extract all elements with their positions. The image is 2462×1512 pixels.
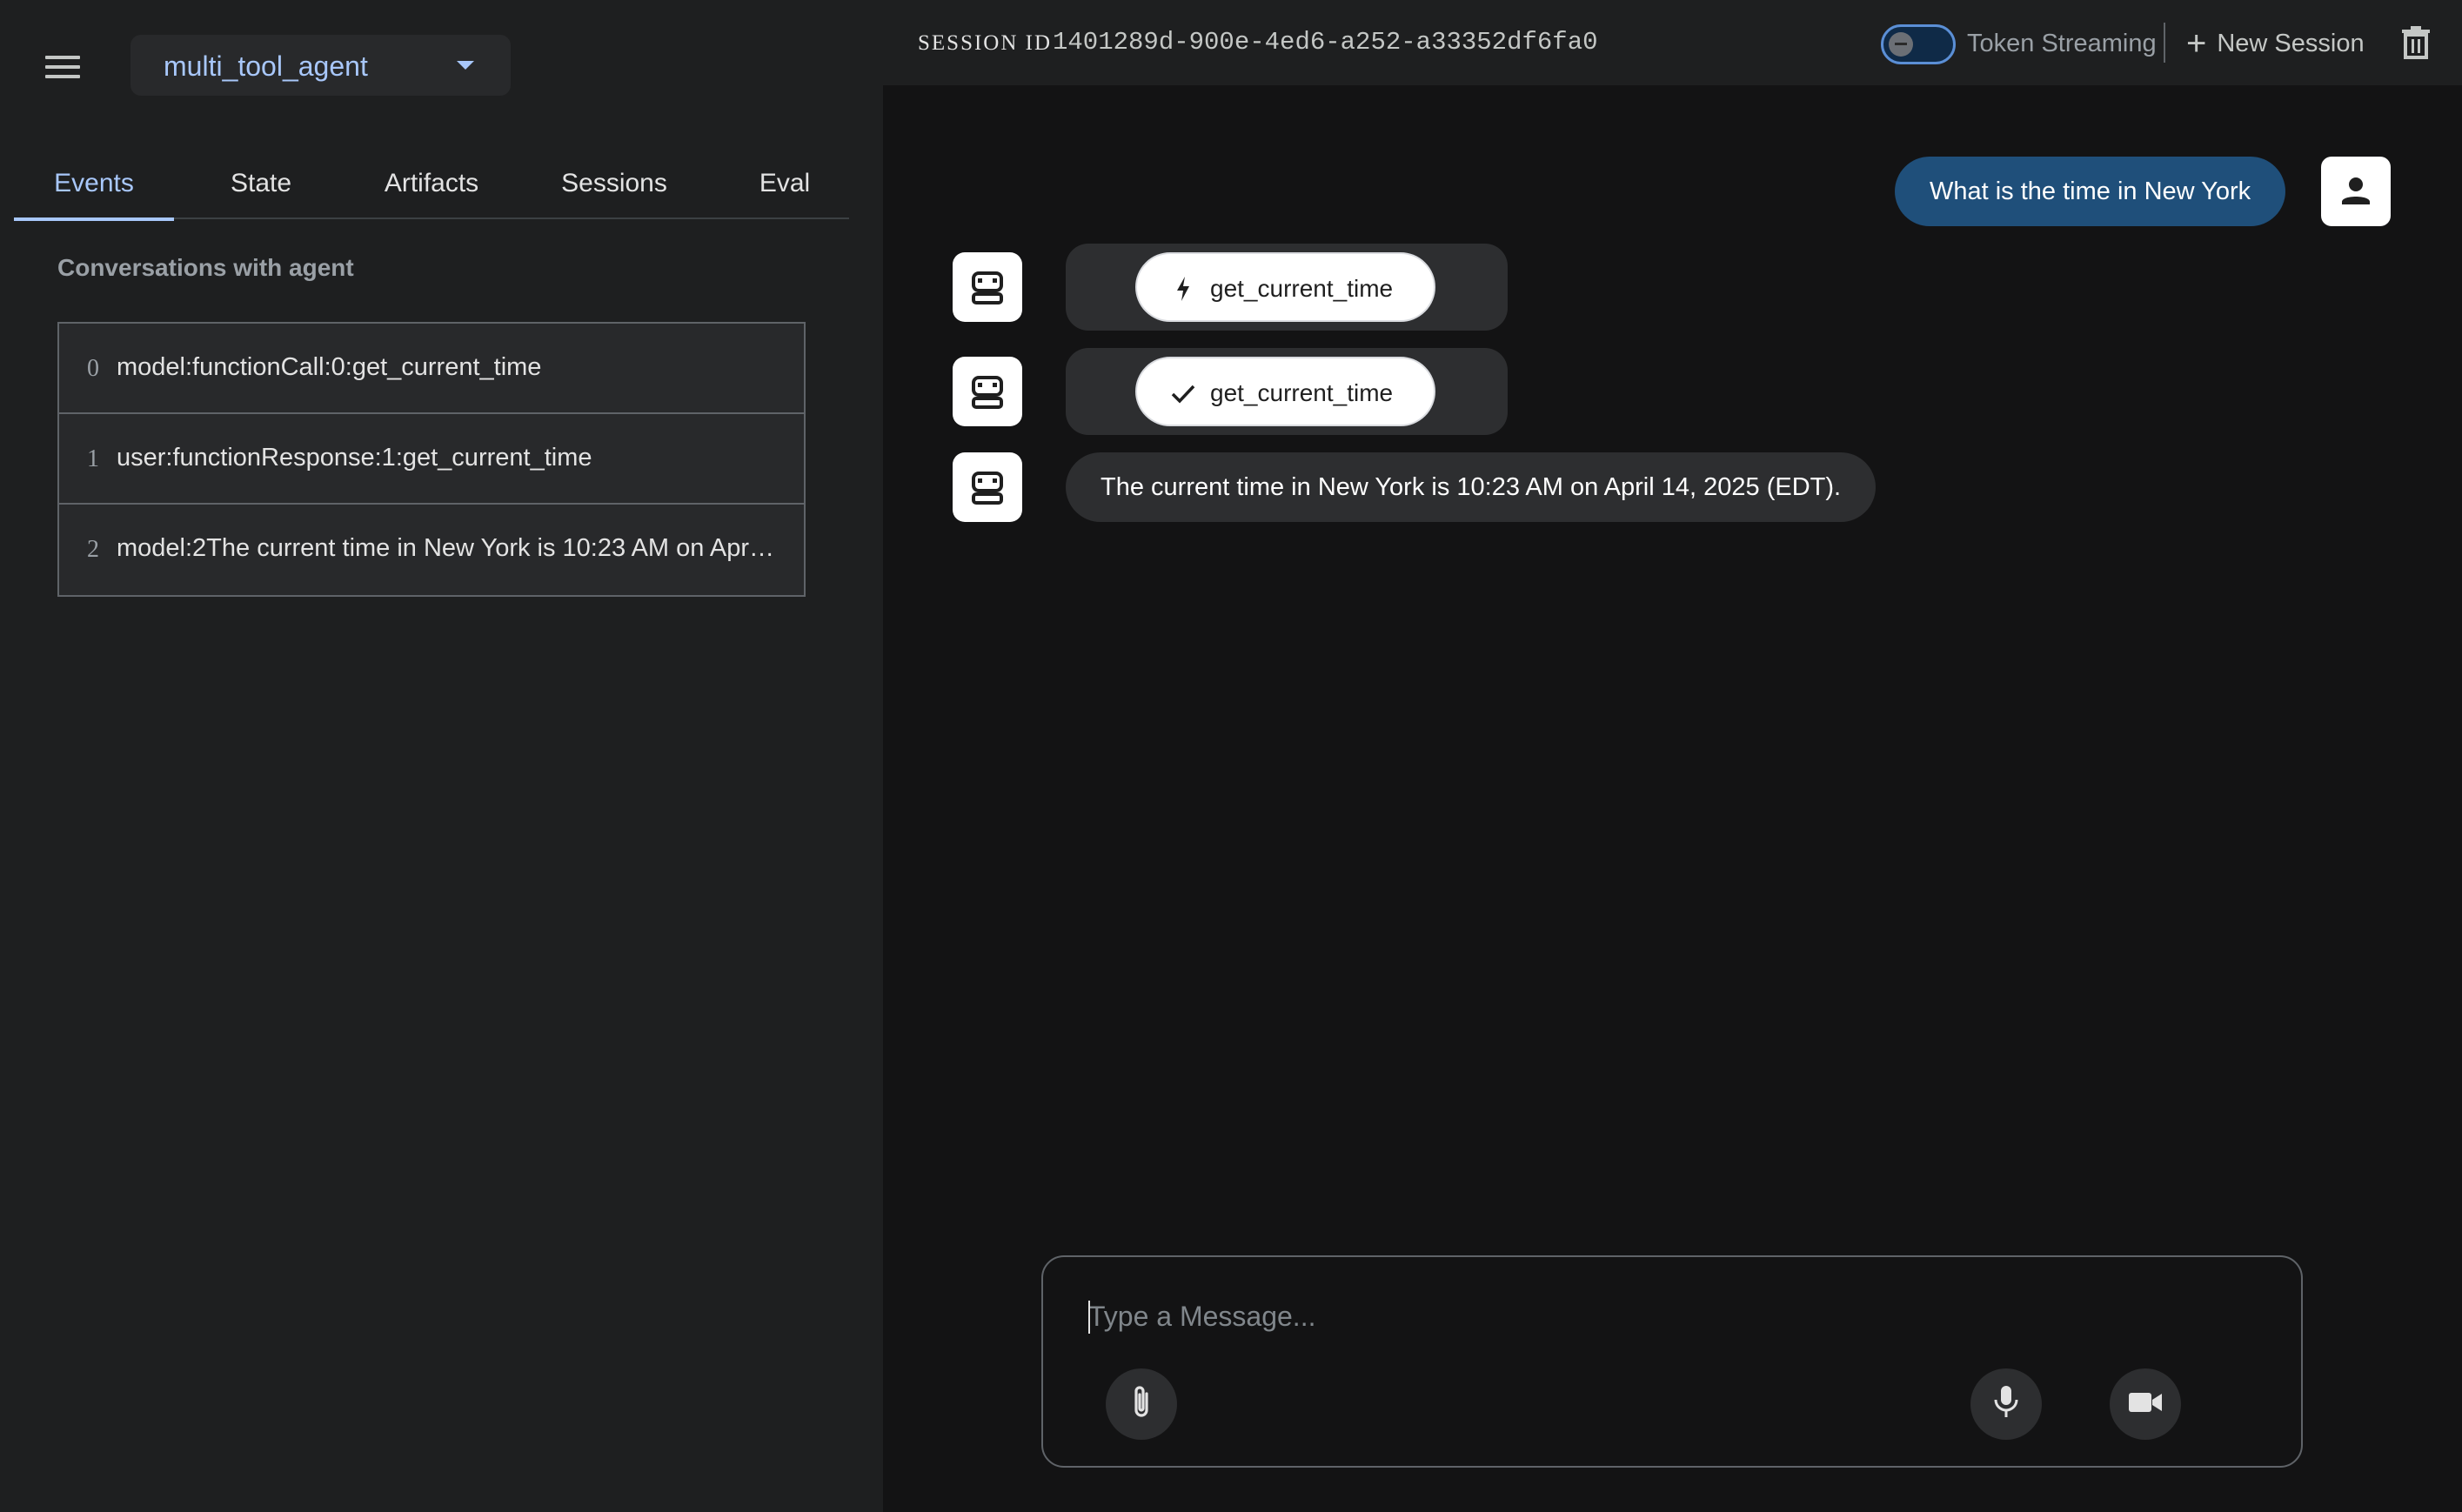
conversations-title: Conversations with agent: [57, 254, 354, 281]
microphone-icon: [1993, 1384, 2019, 1425]
function-call-name: get_current_time: [1210, 275, 1394, 302]
function-response-container: get_current_time: [1066, 348, 1508, 435]
bot-message-bubble: The current time in New York is 10:23 AM…: [1066, 452, 1877, 522]
event-text: user:functionResponse:1:get_current_time: [117, 444, 592, 472]
event-row[interactable]: 1 user:functionResponse:1:get_current_ti…: [59, 414, 804, 505]
agent-select-value: multi_tool_agent: [164, 50, 368, 82]
menu-icon[interactable]: [43, 52, 82, 82]
top-bar: SESSION ID 1401289d-900e-4ed6-a252-a3335…: [883, 0, 2462, 85]
token-streaming-toggle[interactable]: [1881, 24, 1956, 64]
bot-avatar-icon: [953, 452, 1022, 522]
tab-eval[interactable]: Eval: [710, 148, 860, 219]
bot-avatar-icon: [953, 252, 1022, 322]
event-index: 1: [87, 445, 99, 472]
bot-avatar-icon: [953, 357, 1022, 426]
tab-sessions[interactable]: Sessions: [527, 148, 701, 219]
function-response-name: get_current_time: [1210, 379, 1394, 406]
token-streaming-label: Token Streaming: [1967, 30, 2157, 57]
chevron-down-icon: [457, 61, 474, 70]
function-response-chip[interactable]: get_current_time: [1135, 357, 1435, 426]
tab-events[interactable]: Events: [14, 148, 174, 221]
plus-icon: +: [2186, 24, 2207, 63]
tab-artifacts[interactable]: Artifacts: [345, 148, 518, 219]
function-call-container: get_current_time: [1066, 244, 1508, 331]
event-row[interactable]: 2 model:2The current time in New York is…: [59, 505, 804, 595]
trash-icon[interactable]: [2397, 24, 2435, 61]
video-camera-icon: [2127, 1389, 2164, 1420]
message-composer: [1041, 1255, 2303, 1468]
sidebar-tabs: Events State Artifacts Sessions Eval: [14, 148, 849, 221]
tab-state[interactable]: State: [188, 148, 334, 219]
event-text: model:functionCall:0:get_current_time: [117, 353, 542, 381]
attach-button[interactable]: [1106, 1368, 1177, 1440]
user-message-bubble: What is the time in New York: [1895, 157, 2286, 226]
session-id-value: 1401289d-900e-4ed6-a252-a33352df6fa0: [1053, 28, 1598, 57]
event-row[interactable]: 0 model:functionCall:0:get_current_time: [59, 324, 804, 414]
event-index: 2: [87, 536, 99, 563]
check-icon: [1170, 379, 1196, 407]
paperclip-icon: [1128, 1383, 1154, 1426]
user-avatar-icon[interactable]: [2321, 157, 2391, 226]
agent-select[interactable]: multi_tool_agent: [130, 35, 511, 96]
new-session-label: New Session: [2217, 29, 2365, 57]
sidebar: multi_tool_agent Events State Artifacts …: [0, 0, 883, 1512]
event-index: 0: [87, 355, 99, 382]
message-input[interactable]: [1088, 1297, 2219, 1335]
divider: [2164, 23, 2165, 63]
video-button[interactable]: [2110, 1368, 2181, 1440]
function-call-chip[interactable]: get_current_time: [1135, 252, 1435, 322]
toggle-knob: [1889, 32, 1913, 57]
microphone-button[interactable]: [1970, 1368, 2042, 1440]
session-id-label: SESSION ID: [918, 31, 1053, 55]
event-list: 0 model:functionCall:0:get_current_time …: [57, 322, 806, 597]
new-session-button[interactable]: + New Session: [2186, 26, 2365, 61]
bolt-icon: [1170, 275, 1196, 303]
event-text: model:2The current time in New York is 1…: [117, 534, 778, 562]
text-cursor: [1088, 1301, 1090, 1334]
